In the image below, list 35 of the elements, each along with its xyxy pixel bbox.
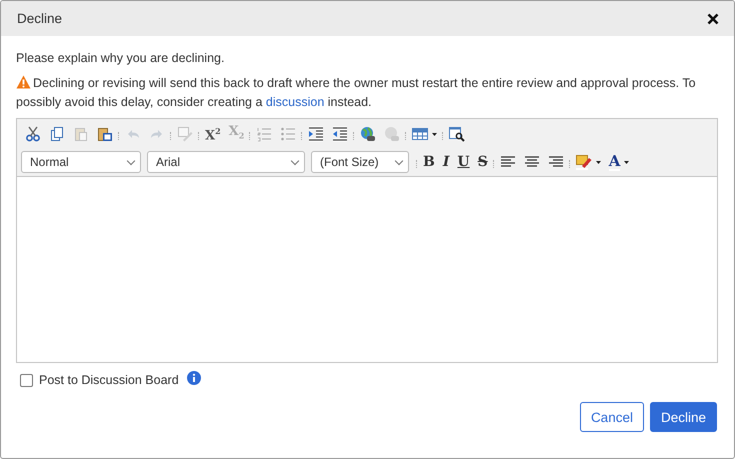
- decline-button[interactable]: Decline: [650, 402, 717, 432]
- close-icon[interactable]: [707, 12, 719, 24]
- dropdown-value: (Font Size): [320, 155, 379, 169]
- warning-icon: [16, 75, 31, 89]
- superscript-button[interactable]: X$^{2}$: [201, 122, 225, 146]
- paste-icon: [73, 126, 89, 142]
- dropdown-field[interactable]: (Font Size): [311, 151, 409, 173]
- dropdown-field[interactable]: Normal: [21, 151, 141, 173]
- checkbox-label: Post to Discussion Board: [39, 373, 179, 387]
- cut-icon: [25, 126, 41, 142]
- prompt-text: Please explain why you are declining.: [16, 51, 226, 65]
- bold-button[interactable]: B: [419, 150, 439, 174]
- italic-button[interactable]: I: [438, 150, 454, 174]
- underline-button[interactable]: U: [453, 150, 474, 174]
- paste-word-icon: [97, 126, 113, 142]
- cancel-button[interactable]: Cancel: [580, 402, 644, 432]
- info-icon[interactable]: [186, 371, 201, 385]
- bullet-list-icon: [280, 126, 296, 142]
- warning-text: Declining or revising will send this back to draft where the owner must restart the entire review and approval process. To possibly avoid this delay, consider creating a discussion instead.: [16, 74, 697, 111]
- font-color-button[interactable]: A: [604, 150, 634, 174]
- numbered-list-icon: [256, 126, 272, 142]
- dialog-title: Decline: [17, 11, 62, 26]
- copy-icon: [49, 126, 65, 142]
- indent-icon: [308, 126, 324, 142]
- dropdown-field[interactable]: Arial: [147, 151, 305, 173]
- dropdown-value: Arial: [156, 155, 180, 169]
- table-icon: [412, 126, 428, 142]
- checkbox[interactable]: [20, 374, 33, 386]
- discussion-link[interactable]: discussion: [266, 95, 324, 109]
- highlight-icon: [576, 154, 592, 170]
- strike-button[interactable]: S: [474, 150, 492, 174]
- link-icon: [360, 126, 376, 142]
- preview-icon: [449, 126, 466, 142]
- dropdown-value: Normal: [30, 155, 69, 169]
- outdent-icon: [332, 126, 348, 142]
